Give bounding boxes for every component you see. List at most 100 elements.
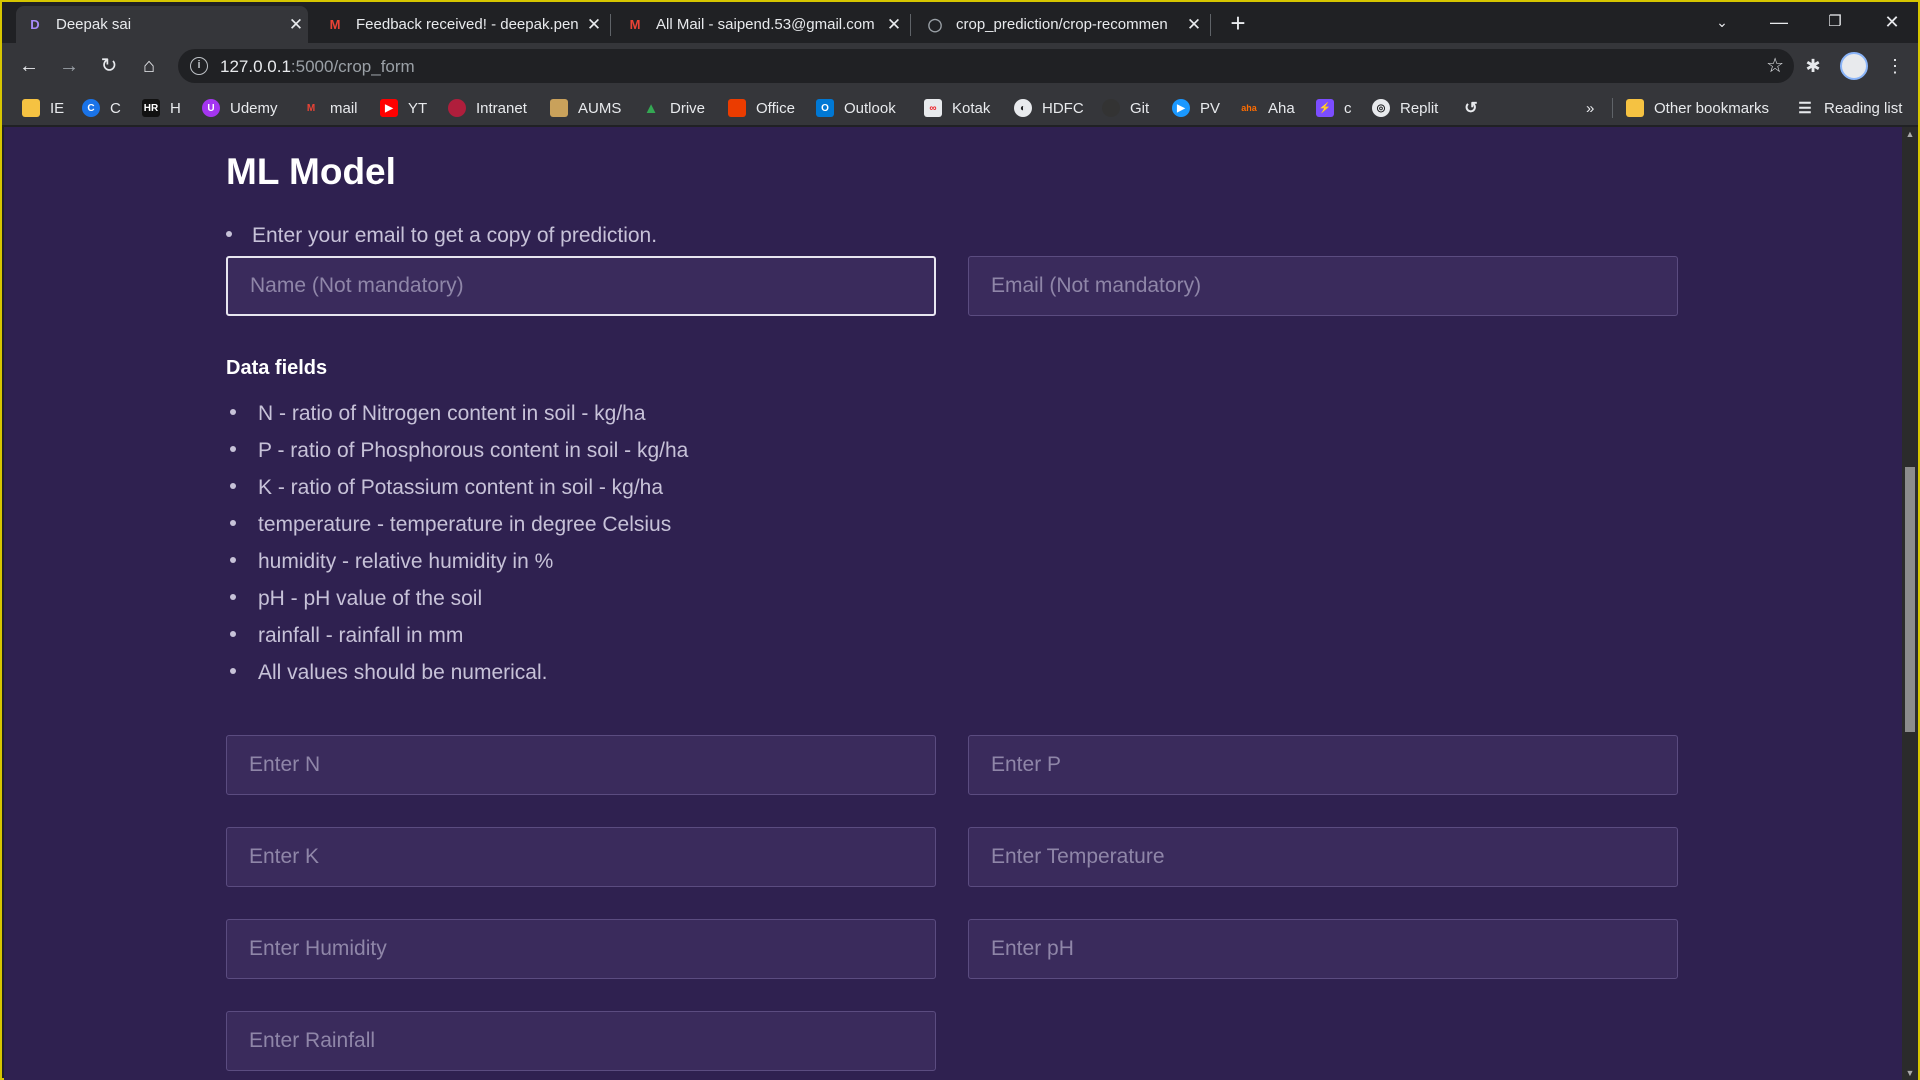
k-input[interactable] xyxy=(226,827,936,887)
humidity-input[interactable] xyxy=(226,919,936,979)
url-text[interactable]: 127.0.0.1:5000/crop_form xyxy=(220,57,415,77)
temperature-input[interactable] xyxy=(968,827,1678,887)
intranet-icon xyxy=(448,99,466,117)
list-item-text: rainfall - rainfall in mm xyxy=(258,624,464,647)
tab-strip: D Deepak sai ✕ M Feedback received! - de… xyxy=(2,2,1918,43)
bookmark-mail[interactable]: Mmail xyxy=(302,97,358,119)
profile-avatar[interactable] xyxy=(1840,52,1868,80)
bookmark-hdfc[interactable]: ◐ HDFC xyxy=(1014,97,1084,119)
bolt-icon: ⚡ xyxy=(1316,99,1334,117)
close-tab-icon[interactable]: ✕ xyxy=(1182,15,1206,35)
tab-all-mail[interactable]: M All Mail - saipend.53@gmail.com ✕ xyxy=(616,6,906,43)
bookmark-aha[interactable]: aha Aha xyxy=(1240,97,1295,119)
scroll-down-icon[interactable]: ▼ xyxy=(1905,1068,1915,1078)
bookmark-label: C xyxy=(110,99,121,117)
gmail-icon: M xyxy=(329,17,341,32)
name-input[interactable] xyxy=(226,256,936,316)
bookmarks-bar: IE CC HR H U Udemy Mmail ▶ YT Intranet AUMS… xyxy=(2,88,1918,126)
email-note-text: Enter your email to get a copy of predic… xyxy=(252,224,658,247)
bookmark-label: YT xyxy=(408,99,428,117)
close-tab-icon[interactable]: ✕ xyxy=(882,15,906,35)
bookmark-office[interactable]: Office xyxy=(728,97,795,119)
list-item: K - ratio of Potassium content in soil -… xyxy=(226,473,688,510)
n-input[interactable] xyxy=(226,735,936,795)
close-window-icon[interactable]: ✕ xyxy=(1872,8,1912,36)
bookmark-intranet[interactable]: Intranet xyxy=(448,97,527,119)
history-icon[interactable]: ↺ xyxy=(1462,97,1490,119)
bookmark-c[interactable]: CC xyxy=(82,97,121,119)
close-tab-icon[interactable]: ✕ xyxy=(582,15,606,35)
history-icon: ↺ xyxy=(1464,100,1478,117)
other-bookmarks-folder[interactable]: Other bookmarks xyxy=(1626,97,1769,119)
bookmark-ie[interactable]: IE xyxy=(22,97,64,119)
tab-title: crop_prediction/crop-recommen xyxy=(956,16,1168,33)
new-tab-icon[interactable]: + xyxy=(1224,10,1252,38)
bookmark-outlook[interactable]: O Outlook xyxy=(816,97,896,119)
bookmark-label: Aha xyxy=(1268,99,1295,117)
bookmark-label: c xyxy=(1344,99,1352,117)
list-item: humidity - relative humidity in % xyxy=(226,547,688,584)
tab-title: Deepak sai xyxy=(56,16,132,33)
bullet xyxy=(230,409,236,416)
tab-crop-prediction[interactable]: ◯ crop_prediction/crop-recommen ✕ xyxy=(916,6,1206,43)
tab-search-icon[interactable]: ⌄ xyxy=(1702,8,1742,36)
bookmark-yt[interactable]: ▶ YT xyxy=(380,97,427,119)
hackerrank-icon: HR xyxy=(142,99,160,117)
scroll-up-icon[interactable]: ▲ xyxy=(1905,129,1915,139)
bookmark-aums[interactable]: AUMS xyxy=(550,97,621,119)
bullet xyxy=(230,446,236,453)
bookmark-drive[interactable]: ▲ Drive xyxy=(642,97,705,119)
page-scrollbar[interactable]: ▲ ▼ xyxy=(1902,127,1918,1080)
tab-divider xyxy=(910,14,911,36)
forward-icon[interactable]: → xyxy=(54,51,84,81)
drive-icon: ▲ xyxy=(643,99,659,117)
close-tab-icon[interactable]: ✕ xyxy=(284,15,308,35)
minimize-icon[interactable]: — xyxy=(1759,8,1799,36)
folder-icon xyxy=(1626,99,1644,117)
bookmark-label: AUMS xyxy=(578,99,622,117)
ph-input[interactable] xyxy=(968,919,1678,979)
bookmark-kotak[interactable]: ∞ Kotak xyxy=(924,97,990,119)
bookmark-c-bolt[interactable]: ⚡ c xyxy=(1316,97,1352,119)
address-bar[interactable]: i 127.0.0.1:5000/crop_form ☆ xyxy=(178,49,1794,83)
bookmark-h[interactable]: HR H xyxy=(142,97,181,119)
email-input[interactable] xyxy=(968,256,1678,316)
tab-deepak-sai[interactable]: D Deepak sai ✕ xyxy=(16,6,308,43)
list-item: pH - pH value of the soil xyxy=(226,584,688,621)
globe-icon: ◐ xyxy=(1014,99,1032,117)
bookmark-git[interactable]: Git xyxy=(1102,97,1149,119)
github-icon xyxy=(1102,99,1120,117)
scrollbar-thumb[interactable] xyxy=(1905,467,1915,732)
more-bookmarks-button[interactable]: » xyxy=(1586,97,1594,119)
list-item: temperature - temperature in degree Cels… xyxy=(226,510,688,547)
bookmark-star-icon[interactable]: ☆ xyxy=(1766,53,1784,78)
list-item: All values should be numerical. xyxy=(226,658,688,695)
bullet xyxy=(226,231,232,238)
rainfall-input[interactable] xyxy=(226,1011,936,1071)
bullet xyxy=(230,668,236,675)
replit-icon: ◎ xyxy=(1372,99,1390,117)
bookmark-replit[interactable]: ◎ Replit xyxy=(1372,97,1438,119)
bookmark-label: Office xyxy=(756,99,795,117)
back-icon[interactable]: ← xyxy=(14,51,44,81)
reading-list-button[interactable]: ☰ Reading list xyxy=(1796,97,1902,119)
bookmark-label: Intranet xyxy=(476,99,527,117)
bookmark-label: Git xyxy=(1130,99,1150,117)
bookmark-pv[interactable]: ▶ PV xyxy=(1172,97,1220,119)
list-item-text: humidity - relative humidity in % xyxy=(258,550,554,573)
primevideo-icon: ▶ xyxy=(1172,99,1190,117)
home-icon[interactable]: ⌂ xyxy=(134,51,164,81)
tab-feedback-received[interactable]: M Feedback received! - deepak.pen ✕ xyxy=(316,6,606,43)
bullet xyxy=(230,631,236,638)
list-item-text: temperature - temperature in degree Cels… xyxy=(258,513,672,536)
extensions-icon[interactable]: ✱ xyxy=(1798,51,1828,81)
p-input[interactable] xyxy=(968,735,1678,795)
restore-icon[interactable]: ❐ xyxy=(1815,8,1855,36)
bookmark-label: IE xyxy=(50,99,65,117)
bookmark-label: Replit xyxy=(1400,99,1439,117)
reload-icon[interactable]: ↻ xyxy=(94,51,124,81)
gmail-icon: M xyxy=(629,17,641,32)
menu-kebab-icon[interactable]: ⋮ xyxy=(1880,51,1910,81)
site-info-icon[interactable]: i xyxy=(190,57,208,75)
bookmark-udemy[interactable]: U Udemy xyxy=(202,97,278,119)
